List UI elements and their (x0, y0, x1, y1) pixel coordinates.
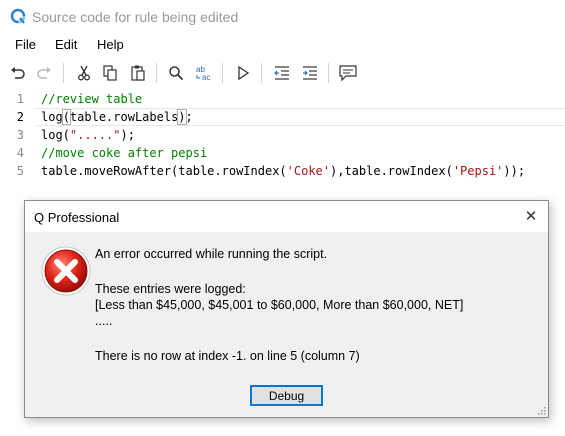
line-number: 3 (16, 128, 24, 142)
error-dialog: Q Professional ✕ An error occurred while… (24, 200, 549, 418)
code-token: table.rowLabels (69, 110, 179, 124)
code-line: 1 //review table (0, 90, 565, 108)
redo-icon (37, 67, 51, 79)
outdent-button[interactable] (270, 61, 294, 85)
replace-icon: ab ac (196, 65, 210, 82)
app-logo-icon (10, 8, 26, 24)
code-text: log(table.rowLabels); (41, 109, 193, 125)
string-literal: 'Coke' (286, 164, 330, 178)
error-message: An error occurred while running the scri… (95, 247, 328, 261)
copy-button[interactable] (98, 61, 122, 85)
logged-header: These entries were logged: (95, 282, 246, 296)
line-number: 4 (16, 146, 24, 160)
code-token: ); (120, 128, 135, 142)
cut-icon (78, 65, 90, 81)
toolbar-separator (156, 63, 157, 83)
comment-button[interactable] (336, 61, 360, 85)
matched-bracket: ) (177, 109, 187, 125)
comment-icon (339, 65, 357, 82)
error-detail: There is no row at index -1. on line 5 (… (95, 349, 360, 363)
string-literal: 'Pepsi' (452, 164, 504, 178)
code-text: table.moveRowAfter(table.rowIndex('Coke'… (41, 164, 525, 178)
find-button[interactable] (164, 61, 188, 85)
matched-bracket: ( (61, 109, 71, 125)
code-token: ),table.rowIndex( (330, 164, 453, 178)
redo-button[interactable] (32, 61, 56, 85)
close-icon: ✕ (524, 208, 538, 225)
resize-grip-icon[interactable] (536, 405, 546, 415)
code-token: ; (185, 110, 193, 124)
code-text: log("....."); (41, 128, 135, 142)
code-token: table.moveRowAfter(table.rowIndex( (41, 164, 287, 178)
dialog-title: Q Professional (34, 210, 120, 225)
error-icon (41, 246, 91, 296)
toolbar-separator (222, 63, 223, 83)
menu-bar: File Edit Help (0, 33, 565, 57)
run-button[interactable] (231, 61, 255, 85)
string-literal: "....." (69, 128, 121, 142)
close-button[interactable]: ✕ (520, 205, 542, 227)
code-token: log( (41, 128, 70, 142)
code-token: log (41, 110, 63, 124)
code-text: //review table (41, 92, 143, 106)
menu-edit[interactable]: Edit (55, 37, 77, 52)
code-text: //move coke after pepsi (41, 146, 208, 160)
paste-button[interactable] (126, 61, 150, 85)
paste-icon (131, 65, 145, 81)
toolbar-separator (328, 63, 329, 83)
line-number: 5 (16, 164, 24, 178)
debug-button[interactable]: Debug (250, 385, 323, 406)
undo-icon (11, 67, 25, 79)
toolbar: ab ac (0, 57, 565, 89)
code-line: 4 //move coke after pepsi (0, 144, 565, 162)
window-title: Source code for rule being edited (32, 9, 239, 25)
cut-button[interactable] (72, 61, 96, 85)
code-token: )); (503, 164, 526, 178)
svg-text:ac: ac (202, 73, 210, 82)
copy-icon (103, 65, 117, 81)
replace-button[interactable]: ab ac (192, 61, 216, 85)
play-icon (238, 65, 250, 81)
code-line: 3 log("....."); (0, 126, 565, 144)
toolbar-separator (261, 63, 262, 83)
outdent-icon (274, 66, 289, 80)
code-line: 5 table.moveRowAfter(table.rowIndex('Cok… (0, 162, 565, 180)
menu-help[interactable]: Help (97, 37, 124, 52)
line-number: 1 (16, 92, 24, 106)
code-line-current: 2 log(table.rowLabels); (0, 108, 565, 126)
indent-button[interactable] (298, 61, 322, 85)
logged-more: ..... (95, 314, 113, 328)
window-titlebar: Source code for rule being edited (0, 0, 565, 33)
indent-icon (303, 66, 317, 80)
toolbar-separator (63, 63, 64, 83)
line-number: 2 (16, 110, 24, 124)
undo-button[interactable] (6, 61, 30, 85)
search-icon (169, 66, 184, 81)
menu-file[interactable]: File (15, 37, 36, 52)
dialog-titlebar: Q Professional ✕ (25, 201, 548, 232)
logged-entry: [Less than $45,000, $45,001 to $60,000, … (95, 298, 464, 312)
